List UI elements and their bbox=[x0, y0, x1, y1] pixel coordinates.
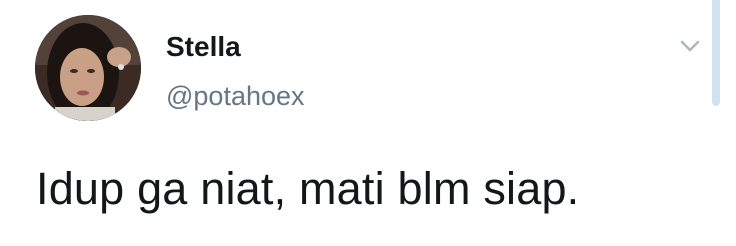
author-display-name[interactable]: Stella bbox=[166, 30, 241, 64]
chevron-down-icon[interactable] bbox=[676, 32, 704, 60]
profile-photo-icon bbox=[35, 15, 141, 121]
avatar[interactable] bbox=[35, 15, 141, 121]
tweet-card[interactable]: Stella @potahoex Idup ga niat, mati blm … bbox=[0, 0, 736, 246]
author-handle[interactable]: @potahoex bbox=[166, 79, 305, 113]
scrollbar[interactable] bbox=[712, 0, 720, 106]
tweet-text: Idup ga niat, mati blm siap. bbox=[36, 163, 580, 214]
